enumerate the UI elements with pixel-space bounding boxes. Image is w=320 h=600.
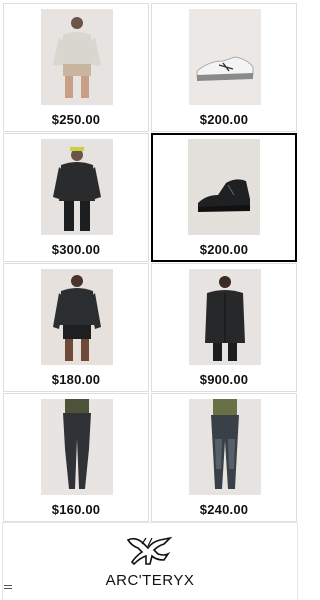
product-grid: $250.00 $200.00 $300.00 $200.00 $180.00 … <box>0 0 300 522</box>
product-price: $200.00 <box>199 242 249 257</box>
product-price: $240.00 <box>199 502 249 517</box>
product-image-pants <box>41 399 113 495</box>
product-card-7[interactable]: $160.00 <box>3 393 149 522</box>
product-image-shirt <box>41 9 113 105</box>
product-image-shoe <box>189 9 261 105</box>
product-card-6[interactable]: $900.00 <box>151 263 297 392</box>
product-price: $200.00 <box>199 112 249 127</box>
product-image-jacket <box>41 139 113 235</box>
brand-footer: ARC'TERYX <box>0 522 300 600</box>
menu-icon[interactable] <box>4 585 12 591</box>
product-card-8[interactable]: $240.00 <box>151 393 297 522</box>
archaeopteryx-logo-icon[interactable] <box>124 534 176 570</box>
product-card-1[interactable]: $250.00 <box>3 3 149 132</box>
product-price: $250.00 <box>51 112 101 127</box>
product-image-climbing-pants <box>189 399 261 495</box>
product-price: $900.00 <box>199 372 249 387</box>
product-image-boot <box>188 139 260 235</box>
product-card-4[interactable]: $200.00 <box>151 133 297 262</box>
product-card-5[interactable]: $180.00 <box>3 263 149 392</box>
product-price: $160.00 <box>51 502 101 517</box>
product-image-coat <box>189 269 261 365</box>
product-price: $180.00 <box>51 372 101 387</box>
product-price: $300.00 <box>51 242 101 257</box>
brand-wordmark[interactable]: ARC'TERYX <box>0 572 300 589</box>
product-card-3[interactable]: $300.00 <box>3 133 149 262</box>
product-image-running-jacket <box>41 269 113 365</box>
product-card-2[interactable]: $200.00 <box>151 3 297 132</box>
